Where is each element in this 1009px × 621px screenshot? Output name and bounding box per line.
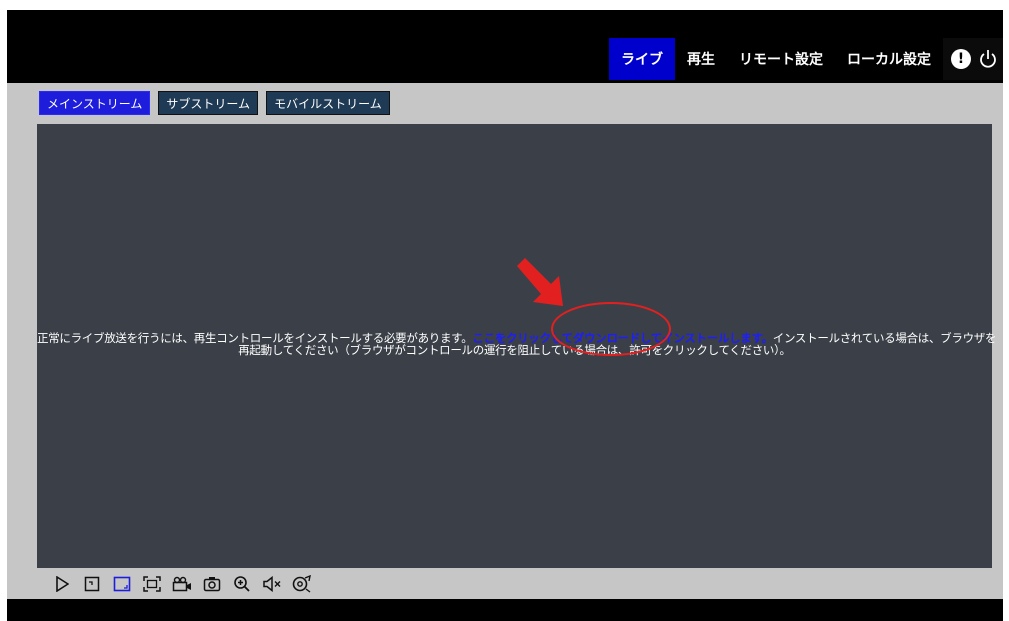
- layout-small-button[interactable]: [81, 573, 103, 595]
- layout-fit-button[interactable]: [111, 573, 133, 595]
- tab-sub-stream[interactable]: サブストリーム: [158, 91, 259, 115]
- zoom-in-icon: [234, 576, 250, 592]
- ptz-button[interactable]: [291, 573, 313, 595]
- alert-icon[interactable]: !: [951, 49, 971, 69]
- power-icon[interactable]: [979, 49, 997, 69]
- record-button[interactable]: [171, 573, 193, 595]
- video-area[interactable]: 正常にライブ放送を行うには、再生コントロールをインストールする必要があります。こ…: [37, 124, 996, 568]
- top-nav: ライブ 再生 リモート設定 ローカル設定 !: [609, 38, 1003, 80]
- snapshot-button[interactable]: [201, 573, 223, 595]
- zoom-in-button[interactable]: [231, 573, 253, 595]
- tab-mobile-stream[interactable]: モバイルストリーム: [266, 91, 390, 115]
- nav-playback[interactable]: 再生: [675, 38, 727, 80]
- ptz-icon: [292, 575, 311, 593]
- notice-line-2: 再起動してください（ブラウザがコントロールの運行を阻止している場合は、許可をクリ…: [238, 343, 791, 357]
- play-button[interactable]: [51, 573, 73, 595]
- fullscreen-icon: [143, 576, 161, 592]
- app-frame: ライブ 再生 リモート設定 ローカル設定 ! メインストリーム サブストリーム …: [7, 10, 1003, 621]
- layout-small-icon: [84, 576, 100, 592]
- annotation-arrow-icon: [517, 258, 563, 306]
- snapshot-icon: [203, 577, 221, 592]
- stream-tabs: メインストリーム サブストリーム モバイルストリーム: [39, 91, 390, 115]
- video-toolbar: [51, 571, 313, 597]
- live-panel: メインストリーム サブストリーム モバイルストリーム 正常にライブ放送を行うには…: [7, 83, 1003, 599]
- notice-suffix: インストールされている場合は、ブラウザを: [772, 331, 997, 345]
- fullscreen-button[interactable]: [141, 573, 163, 595]
- layout-fit-icon: [113, 576, 131, 592]
- mute-button[interactable]: [261, 573, 283, 595]
- annotation-ellipse: [551, 302, 671, 356]
- play-icon: [56, 576, 69, 592]
- plugin-install-notice: 正常にライブ放送を行うには、再生コントロールをインストールする必要があります。こ…: [37, 332, 996, 357]
- mute-icon: [263, 576, 281, 592]
- nav-icons: !: [943, 38, 1003, 80]
- nav-remote-settings[interactable]: リモート設定: [727, 38, 835, 80]
- nav-local-settings[interactable]: ローカル設定: [835, 38, 943, 80]
- record-icon: [172, 576, 191, 592]
- nav-live[interactable]: ライブ: [609, 38, 675, 80]
- tab-main-stream[interactable]: メインストリーム: [39, 91, 151, 115]
